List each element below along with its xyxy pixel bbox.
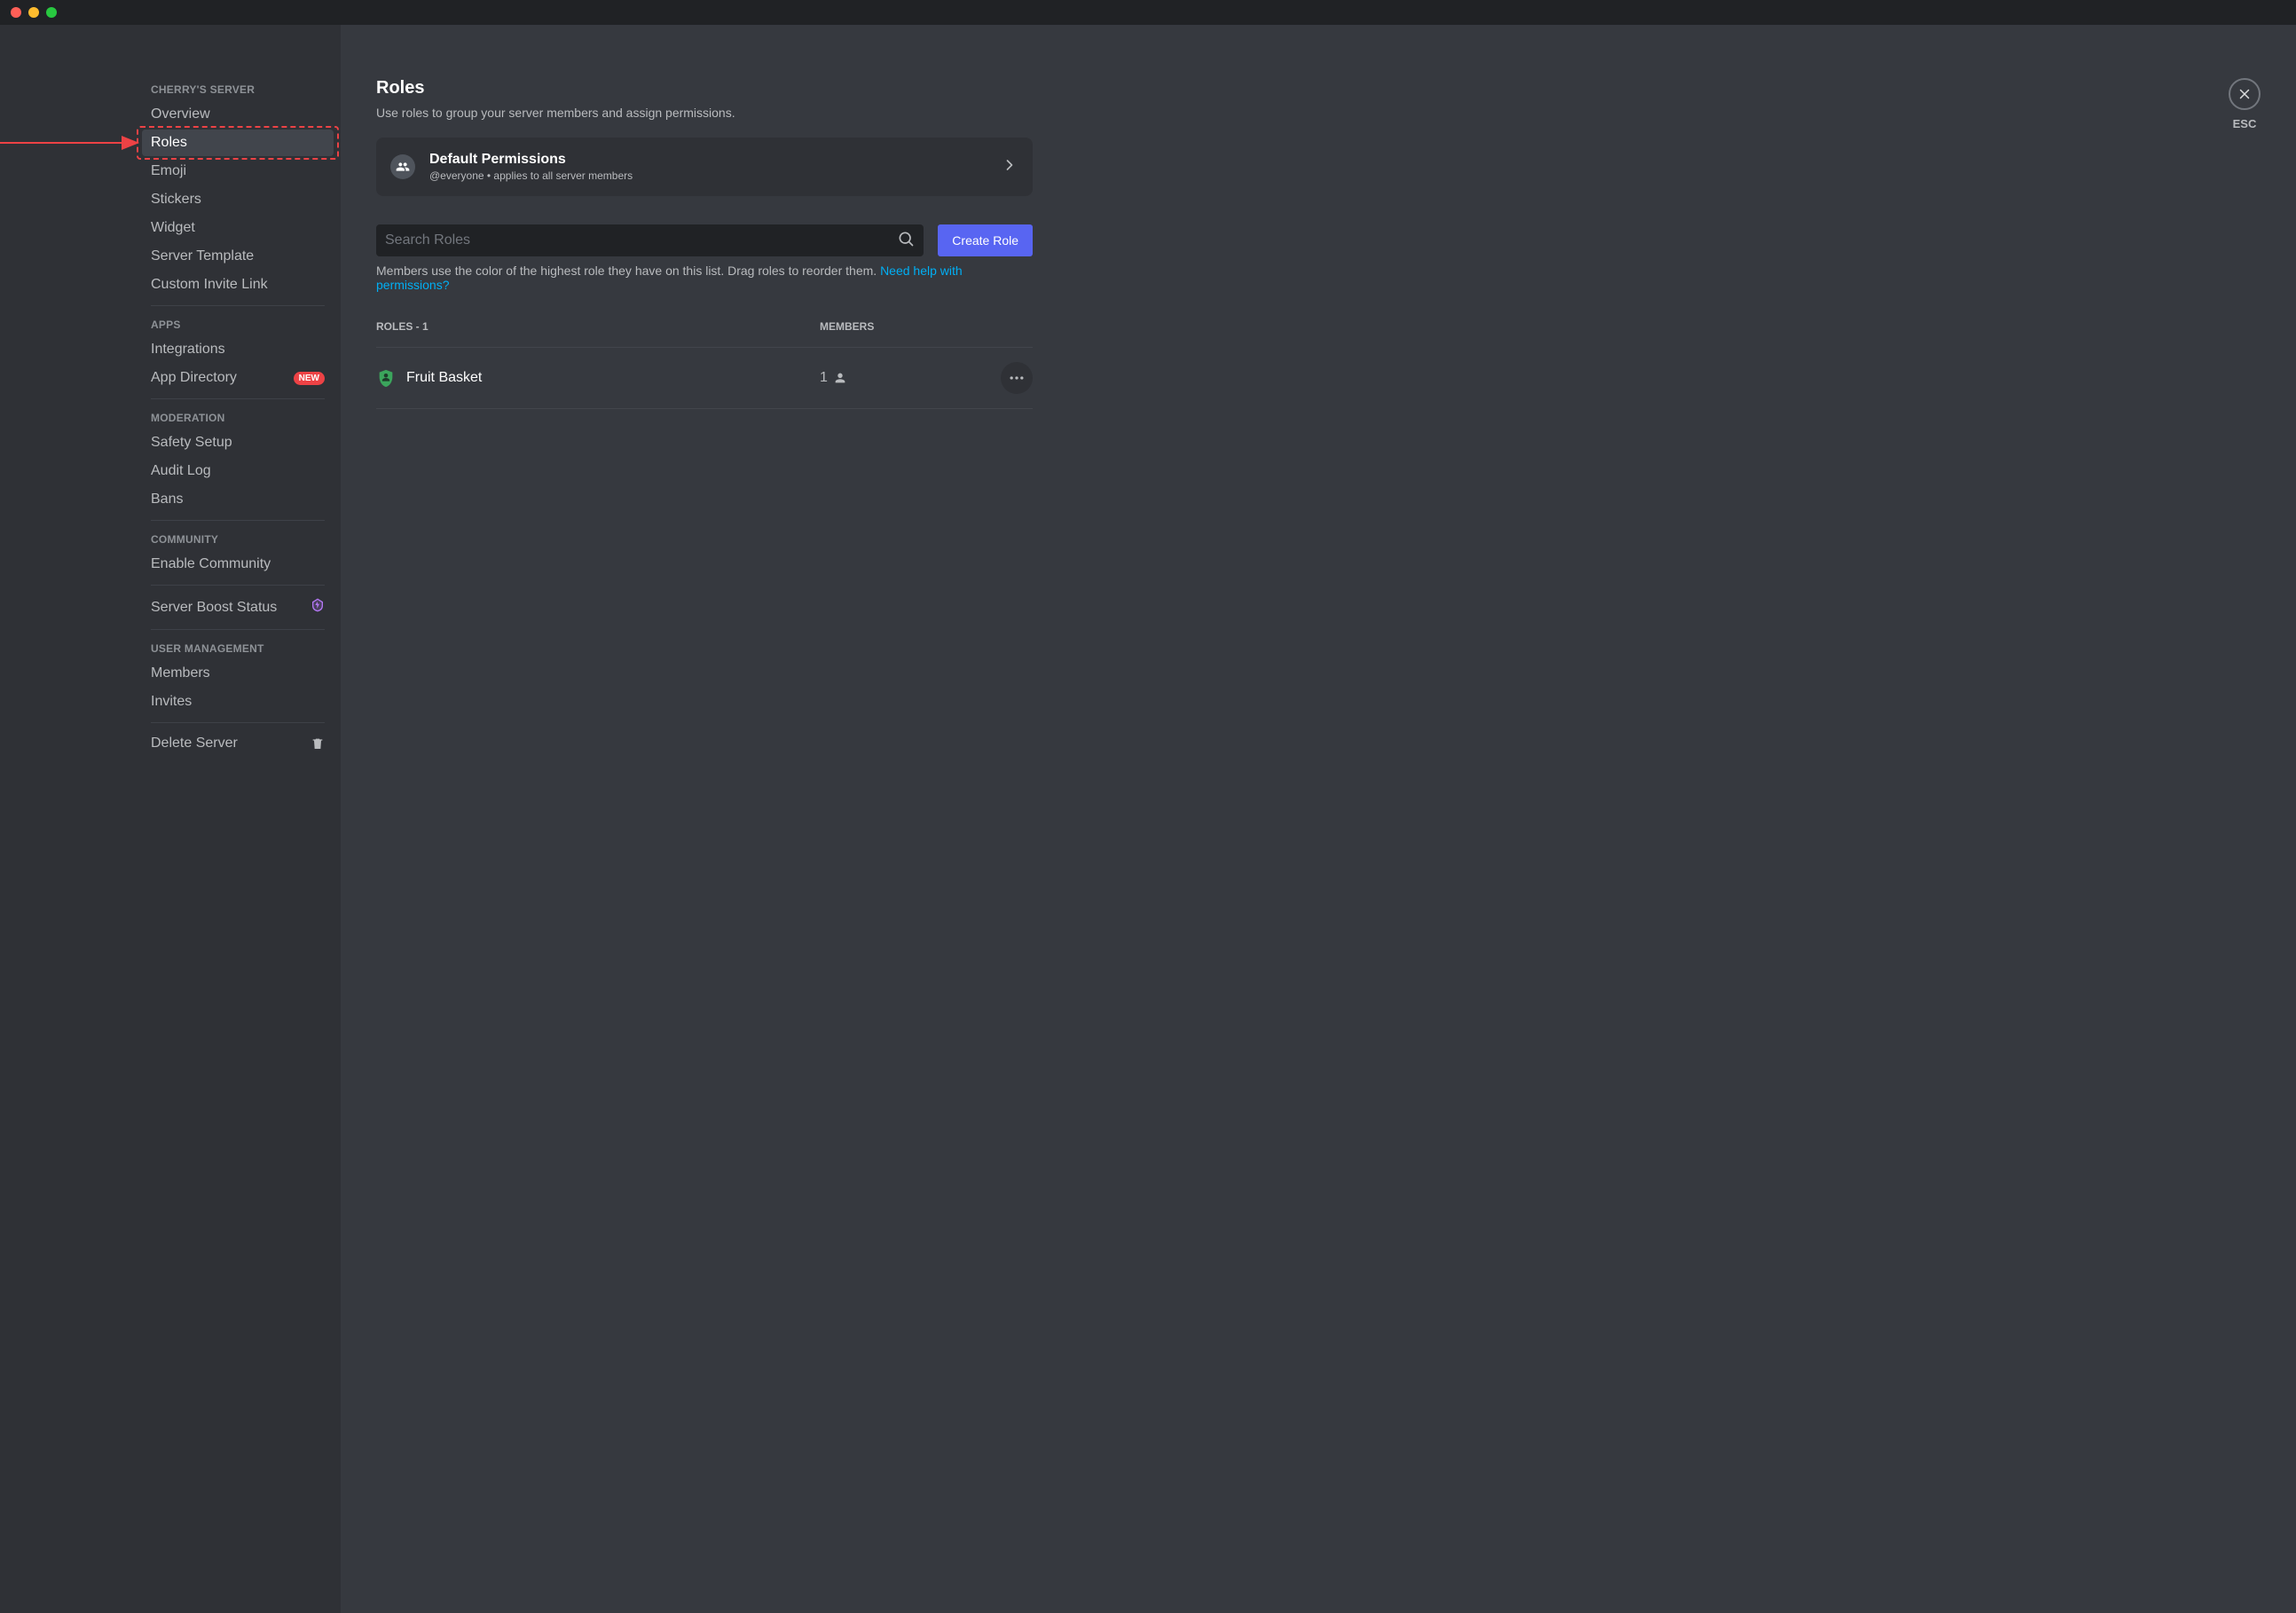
- sidebar-item-emoji[interactable]: Emoji: [142, 158, 334, 185]
- sidebar-item-label: Server Boost Status: [151, 600, 277, 616]
- sidebar-item-app-directory[interactable]: App Directory New: [142, 365, 334, 391]
- sidebar-item-delete-server[interactable]: Delete Server: [142, 730, 334, 757]
- sidebar-item-label: Emoji: [151, 163, 186, 179]
- window-minimize-button[interactable]: [28, 7, 39, 18]
- sidebar-item-safety-setup[interactable]: Safety Setup: [142, 429, 334, 456]
- sidebar-item-roles[interactable]: Roles: [142, 130, 334, 156]
- page-title: Roles: [376, 78, 1033, 98]
- close-button[interactable]: [2229, 78, 2261, 110]
- person-icon: [833, 371, 847, 385]
- members-column-header: Members: [820, 320, 979, 333]
- default-permissions-subtitle: @everyone • applies to all server member…: [429, 169, 987, 182]
- roles-table-header: Roles - 1 Members: [376, 320, 1033, 348]
- sidebar-item-label: Server Template: [151, 248, 254, 264]
- sidebar-divider: [151, 305, 325, 306]
- sidebar-item-custom-invite-link[interactable]: Custom Invite Link: [142, 271, 334, 298]
- members-icon: [390, 154, 415, 179]
- sidebar-item-members[interactable]: Members: [142, 660, 334, 687]
- user-management-section-header: User Management: [142, 637, 334, 660]
- more-icon: [1008, 369, 1026, 387]
- search-input[interactable]: [385, 232, 897, 248]
- search-icon: [897, 230, 915, 252]
- sidebar-divider: [151, 629, 325, 630]
- sidebar-item-label: Invites: [151, 694, 192, 710]
- apps-section-header: Apps: [142, 313, 334, 336]
- sidebar-item-enable-community[interactable]: Enable Community: [142, 551, 334, 578]
- sidebar-item-label: Widget: [151, 220, 195, 236]
- window-titlebar: [0, 0, 2296, 25]
- sidebar-divider: [151, 722, 325, 723]
- sidebar-item-label: Bans: [151, 492, 183, 508]
- sidebar-item-label: Enable Community: [151, 556, 271, 572]
- sidebar-item-label: App Directory: [151, 370, 237, 386]
- sidebar-item-label: Safety Setup: [151, 435, 232, 451]
- sidebar-item-stickers[interactable]: Stickers: [142, 186, 334, 213]
- sidebar-item-invites[interactable]: Invites: [142, 688, 334, 715]
- default-permissions-title: Default Permissions: [429, 152, 987, 168]
- role-shield-icon: [376, 368, 396, 388]
- role-member-count: 1: [820, 370, 979, 386]
- close-label: ESC: [2233, 117, 2257, 130]
- sidebar-item-label: Custom Invite Link: [151, 277, 268, 293]
- settings-sidebar: Cherry's Server Overview Roles Emoji Sti…: [0, 25, 341, 1613]
- sidebar-item-label: Audit Log: [151, 463, 211, 479]
- sidebar-item-label: Overview: [151, 106, 210, 122]
- role-row[interactable]: Fruit Basket 1: [376, 348, 1033, 409]
- sidebar-item-overview[interactable]: Overview: [142, 101, 334, 128]
- main-content: ESC Roles Use roles to group your server…: [341, 25, 2296, 1613]
- hint-text: Members use the color of the highest rol…: [376, 264, 1033, 292]
- sidebar-item-bans[interactable]: Bans: [142, 486, 334, 513]
- window-maximize-button[interactable]: [46, 7, 57, 18]
- sidebar-item-label: Roles: [151, 135, 187, 151]
- sidebar-divider: [151, 520, 325, 521]
- create-role-button[interactable]: Create Role: [938, 224, 1033, 256]
- sidebar-item-audit-log[interactable]: Audit Log: [142, 458, 334, 484]
- role-name: Fruit Basket: [406, 370, 482, 386]
- window-close-button[interactable]: [11, 7, 21, 18]
- boost-icon: [311, 598, 325, 617]
- default-permissions-card[interactable]: Default Permissions @everyone • applies …: [376, 138, 1033, 196]
- sidebar-item-label: Delete Server: [151, 736, 238, 751]
- role-more-button[interactable]: [1001, 362, 1033, 394]
- sidebar-item-integrations[interactable]: Integrations: [142, 336, 334, 363]
- moderation-section-header: Moderation: [142, 406, 334, 429]
- sidebar-divider: [151, 398, 325, 399]
- sidebar-item-label: Members: [151, 665, 210, 681]
- sidebar-item-server-boost[interactable]: Server Boost Status: [142, 593, 334, 622]
- new-badge: New: [294, 372, 325, 385]
- community-section-header: Community: [142, 528, 334, 551]
- sidebar-item-server-template[interactable]: Server Template: [142, 243, 334, 270]
- page-subtitle: Use roles to group your server members a…: [376, 106, 1033, 120]
- sidebar-item-label: Stickers: [151, 192, 201, 208]
- roles-count-header: Roles - 1: [376, 320, 820, 333]
- search-box[interactable]: [376, 224, 924, 256]
- close-icon: [2237, 86, 2253, 102]
- sidebar-item-label: Integrations: [151, 342, 225, 358]
- trash-icon: [311, 736, 325, 751]
- server-name-header: Cherry's Server: [142, 78, 334, 101]
- sidebar-divider: [151, 585, 325, 586]
- sidebar-item-widget[interactable]: Widget: [142, 215, 334, 241]
- chevron-right-icon: [1001, 156, 1018, 178]
